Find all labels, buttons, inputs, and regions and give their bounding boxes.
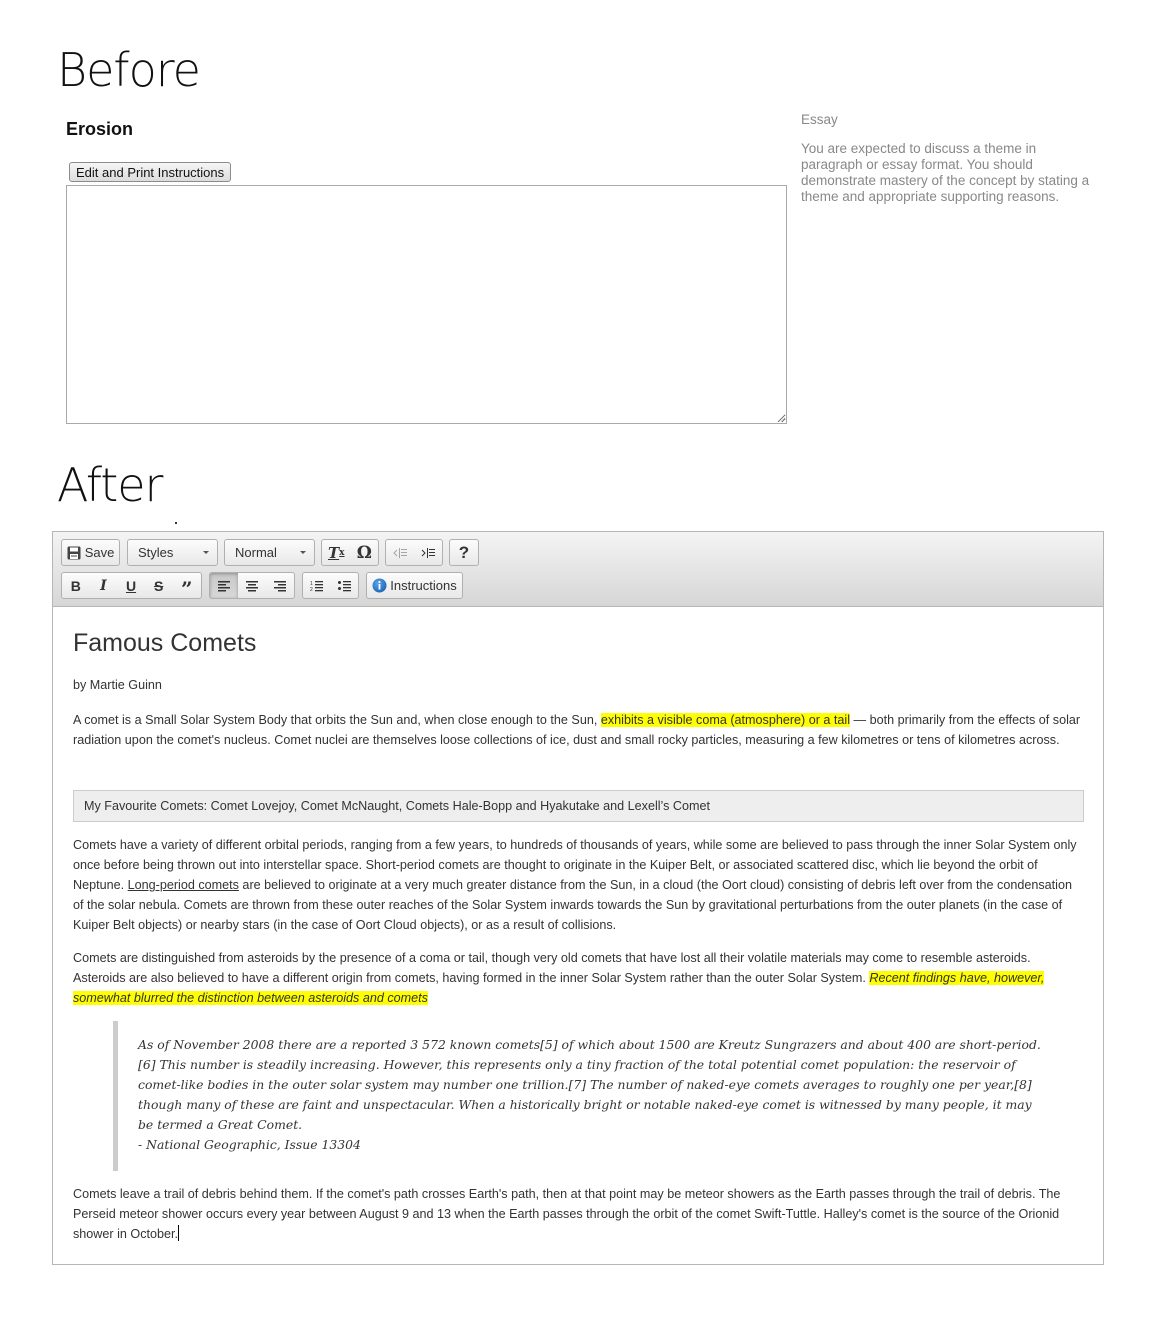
outdent-icon [393, 547, 407, 559]
styles-combo-value: Styles [138, 545, 174, 560]
align-group [209, 572, 295, 599]
instructions-button[interactable]: Instructions [367, 573, 462, 598]
info-icon [372, 578, 387, 593]
indent-button[interactable] [414, 540, 442, 565]
bulleted-list-button[interactable] [330, 573, 358, 598]
paragraph-intro: A comet is a Small Solar System Body tha… [73, 710, 1085, 750]
editor-toolbar: Save Styles Normal Tx Ω ? B I U S ” 1 2 … [53, 532, 1103, 607]
help-icon: ? [458, 542, 470, 562]
instructions-label: Instructions [390, 578, 457, 593]
format-combo[interactable]: Normal [224, 539, 315, 566]
byline: by Martie Guinn [73, 678, 162, 692]
list-group: 12 [302, 572, 359, 599]
italic-button[interactable]: I [90, 573, 118, 598]
align-right-icon [273, 580, 286, 592]
quote-icon: ” [180, 576, 193, 599]
answer-textarea[interactable] [66, 185, 787, 424]
bulleted-list-icon [337, 580, 351, 592]
remove-format-icon: Tx [328, 543, 345, 562]
format-dropdown[interactable]: Normal [225, 540, 314, 565]
indent-icon [421, 547, 435, 559]
strikethrough-icon: S [153, 577, 164, 594]
paragraph-orbital-periods: Comets have a variety of different orbit… [73, 835, 1085, 935]
instructions-group: Instructions [366, 572, 463, 599]
before-heading: Before [57, 43, 201, 97]
favourite-comets-box: My Favourite Comets: Comet Lovejoy, Come… [73, 790, 1084, 822]
bold-icon: B [70, 577, 81, 594]
chevron-down-icon [300, 551, 306, 554]
chevron-down-icon [203, 551, 209, 554]
rich-text-editor: Save Styles Normal Tx Ω ? B I U S ” 1 2 … [52, 531, 1104, 1265]
numbered-list-icon: 12 [310, 580, 324, 592]
align-left-icon [218, 580, 231, 592]
p1-text-start: A comet is a Small Solar System Body tha… [73, 713, 601, 727]
assignment-description: You are expected to discuss a theme in p… [801, 141, 1090, 204]
after-heading: After [57, 458, 163, 512]
quote-text: As of November 2008 there are a reported… [138, 1037, 1041, 1132]
p4-text: Comets leave a trail of debris behind th… [73, 1187, 1061, 1241]
edit-print-instructions-button[interactable]: Edit and Print Instructions [69, 162, 232, 182]
svg-text:2: 2 [310, 587, 313, 592]
save-label: Save [84, 545, 115, 560]
underline-icon: U [125, 577, 137, 594]
help-button[interactable]: ? [450, 540, 478, 565]
save-group: Save [61, 539, 120, 566]
align-right-button[interactable] [266, 573, 294, 598]
align-left-button[interactable] [210, 573, 239, 598]
stray-mark [175, 522, 177, 524]
bold-button[interactable]: B [62, 573, 90, 598]
quote-source: - National Geographic, Issue 13304 [138, 1137, 361, 1152]
align-center-icon [245, 580, 258, 592]
text-cursor [178, 1225, 179, 1241]
italic-icon: I [100, 577, 107, 594]
basic-styles-group: B I U S ” [61, 572, 202, 599]
remove-format-button[interactable]: Tx [322, 540, 351, 565]
save-button[interactable]: Save [62, 540, 119, 565]
special-char-button[interactable]: Ω [351, 540, 378, 565]
floppy-disk-icon [67, 546, 81, 560]
strikethrough-button[interactable]: S [145, 573, 173, 598]
underlined-text: Long-period comets [127, 878, 239, 892]
styles-combo[interactable]: Styles [127, 539, 218, 566]
paragraph-meteor-showers: Comets leave a trail of debris behind th… [73, 1184, 1085, 1244]
styles-dropdown[interactable]: Styles [128, 540, 217, 565]
paragraph-asteroids: Comets are distinguished from asteroids … [73, 948, 1085, 1008]
help-group: ? [449, 539, 479, 566]
format-combo-value: Normal [235, 545, 277, 560]
highlighted-text: exhibits a visible coma (atmosphere) or … [600, 713, 851, 727]
assignment-info-panel: Essay You are expected to discuss a them… [801, 112, 1101, 205]
outdent-button[interactable] [386, 540, 414, 565]
underline-button[interactable]: U [117, 573, 145, 598]
clean-group: Tx Ω [321, 539, 379, 566]
assignment-type-label: Essay [801, 112, 838, 127]
indent-group [385, 539, 443, 566]
align-center-button[interactable] [238, 573, 265, 598]
blockquote-button[interactable]: ” [172, 573, 201, 599]
omega-icon: Ω [356, 542, 372, 563]
numbered-list-button[interactable]: 12 [303, 573, 330, 598]
document-title: Famous Comets [73, 629, 257, 657]
assignment-title: Erosion [66, 119, 134, 139]
blockquote: As of November 2008 there are a reported… [113, 1021, 1043, 1171]
